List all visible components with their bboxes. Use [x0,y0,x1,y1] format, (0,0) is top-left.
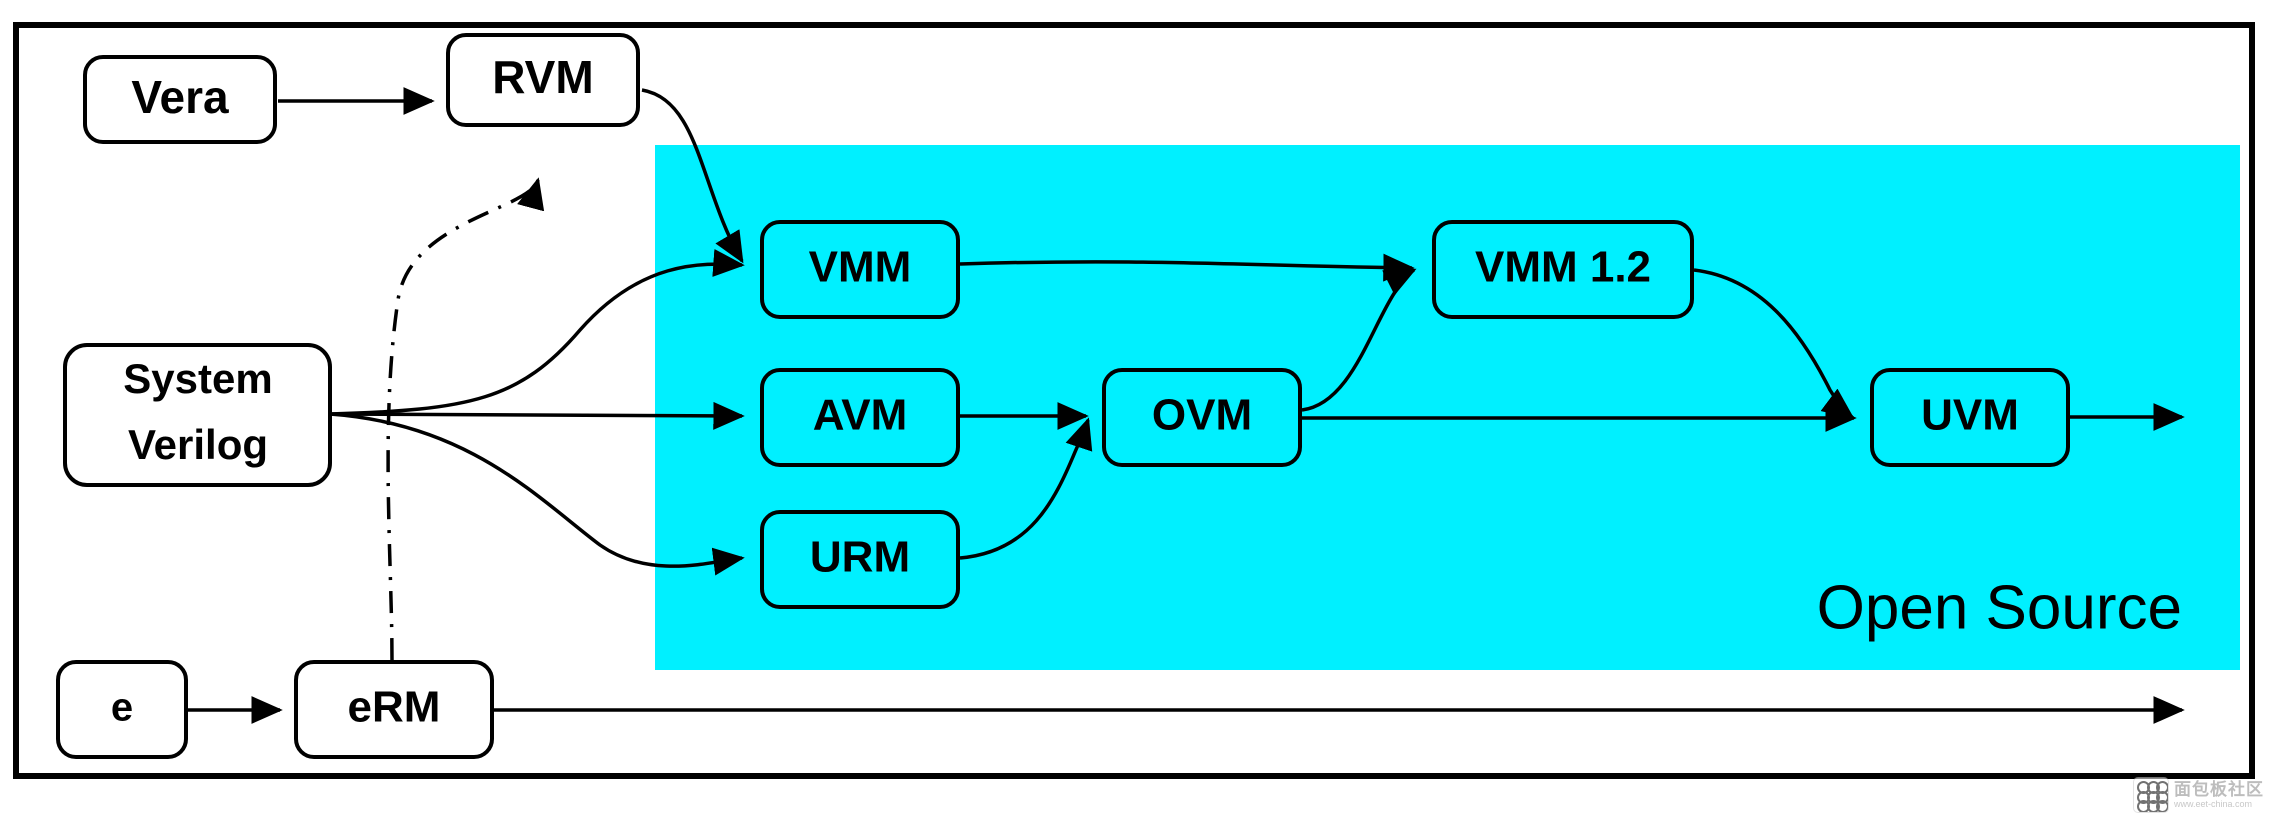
node-vera[interactable]: Vera [83,55,277,144]
node-avm-label: AVM [813,391,908,440]
node-uvm-label: UVM [1921,391,2019,440]
node-e[interactable]: e [56,660,188,759]
open-source-region-label: Open Source [1817,573,2182,642]
node-system-verilog-label-line2: Verilog [128,421,268,468]
node-ovm-label: OVM [1152,391,1252,440]
methodology-flow-diagram: Vera RVM System Verilog VMM AVM URM OVM … [13,22,2255,779]
node-system-verilog-label-line1: System [123,355,272,402]
node-urm-label: URM [810,533,910,582]
node-system-verilog[interactable]: System Verilog [63,343,332,487]
edge-erm-to-rvm [386,177,545,661]
node-erm-label: eRM [348,683,441,732]
node-vmm-1-2-label: VMM 1.2 [1475,243,1651,292]
node-rvm-label: RVM [492,51,593,103]
edge-sysverilog-to-avm [329,401,745,430]
node-rvm[interactable]: RVM [446,33,640,127]
node-vmm-label: VMM [809,243,912,292]
node-e-label: e [111,686,133,730]
node-erm[interactable]: eRM [294,660,494,759]
diagram-canvas: Vera RVM System Verilog VMM AVM URM OVM … [0,0,2290,828]
node-vera-label: Vera [131,71,229,123]
